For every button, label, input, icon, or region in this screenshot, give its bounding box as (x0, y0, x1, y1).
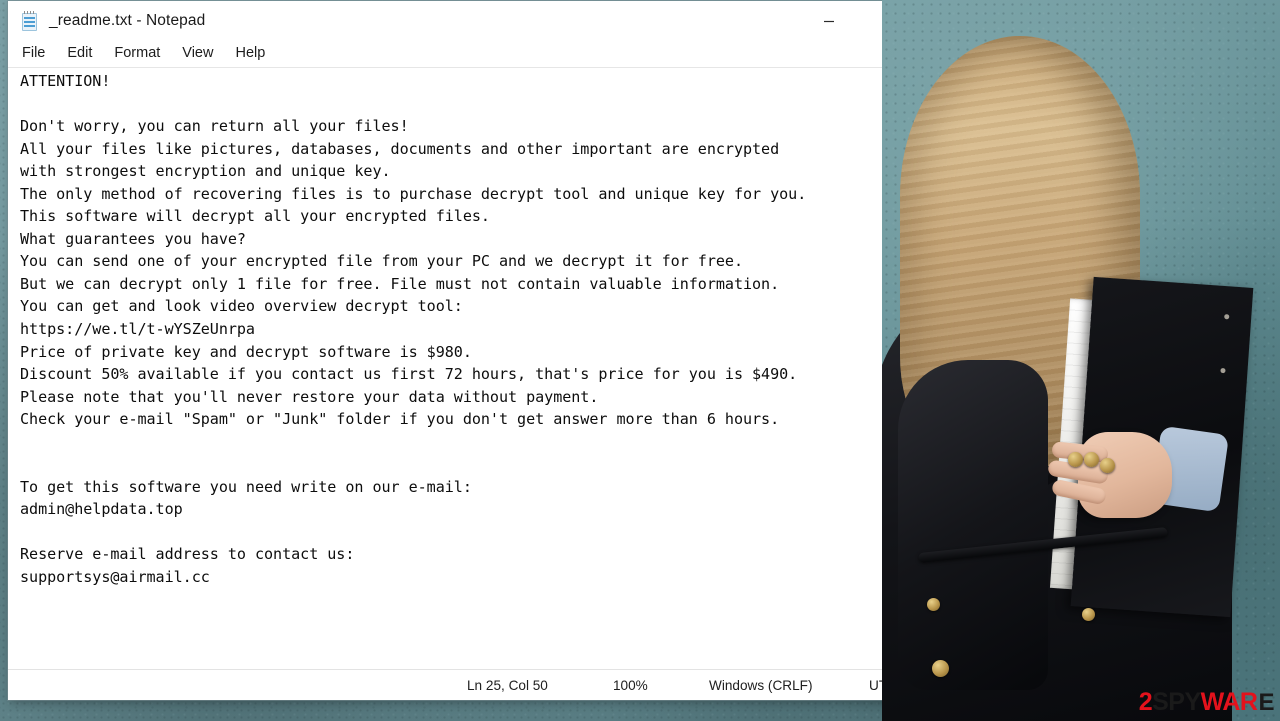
notepad-icon (20, 10, 40, 32)
menu-bar: File Edit Format View Help (8, 40, 979, 68)
jacket-button-1 (1068, 452, 1083, 467)
jacket-button-3 (1100, 458, 1115, 473)
hand (1047, 432, 1172, 518)
status-bar: Ln 25, Col 50 100% Windows (CRLF) UTF-8 (8, 669, 979, 700)
screenshot-stage: _readme.txt - Notepad File Edit Format V… (0, 0, 1280, 721)
ransom-note-text[interactable]: ATTENTION! Don't worry, you can return a… (20, 70, 979, 589)
minimize-button[interactable] (799, 1, 859, 40)
window-title: _readme.txt - Notepad (49, 11, 206, 29)
notepad-window: _readme.txt - Notepad File Edit Format V… (8, 1, 979, 700)
watermark-part-e: E (1258, 688, 1274, 716)
watermark-part-spy: SPY (1152, 688, 1201, 716)
status-line-endings[interactable]: Windows (CRLF) (693, 678, 853, 693)
arm (898, 360, 1048, 690)
window-titlebar[interactable]: _readme.txt - Notepad (8, 1, 979, 40)
site-watermark: 2 SPY WAR E (1138, 688, 1275, 716)
skirt-button-2 (1082, 608, 1095, 621)
folder-rivet-bottom (1220, 367, 1226, 374)
status-cursor-position: Ln 25, Col 50 (467, 677, 548, 693)
watermark-part-2: 2 (1138, 688, 1153, 716)
status-zoom-level[interactable]: 100% (595, 678, 693, 693)
businesswoman-photo (882, 0, 1280, 721)
menu-item-help[interactable]: Help (235, 46, 265, 61)
text-editor-area[interactable]: ATTENTION! Don't worry, you can return a… (8, 68, 979, 669)
menu-item-file[interactable]: File (22, 46, 45, 61)
menu-item-view[interactable]: View (182, 46, 213, 61)
belt-buckle (927, 598, 940, 611)
jacket-button-2 (1084, 452, 1099, 467)
skirt-button-1 (932, 660, 949, 677)
folder-rivet-top (1224, 314, 1230, 320)
watermark-part-war: WAR (1200, 688, 1258, 716)
menu-item-edit[interactable]: Edit (67, 46, 92, 61)
menu-item-format[interactable]: Format (114, 46, 160, 61)
